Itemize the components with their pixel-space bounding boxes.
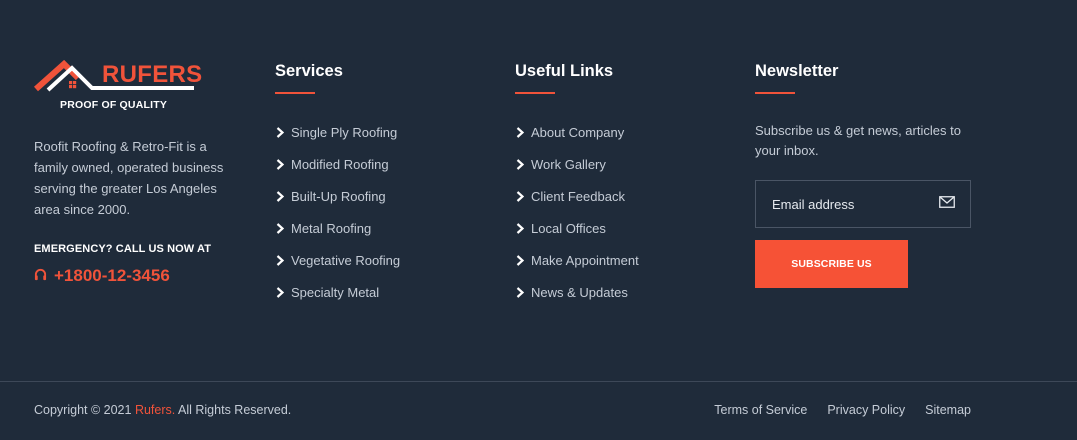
- headphones-icon: [34, 266, 47, 286]
- useful-links-list: About Company Work Gallery Client Feedback…: [516, 121, 639, 313]
- services-item-label: Modified Roofing: [291, 156, 389, 172]
- useful-links-item[interactable]: News & Updates: [516, 276, 639, 308]
- copyright-brand-link[interactable]: Rufers.: [135, 403, 175, 417]
- newsletter-heading-rule: [755, 92, 795, 94]
- services-list: Single Ply Roofing Modified Roofing Built-…: [276, 121, 400, 313]
- services-item-label: Vegetative Roofing: [291, 252, 401, 268]
- services-item[interactable]: Metal Roofing: [276, 212, 400, 244]
- terms-of-service-link[interactable]: Terms of Service: [714, 403, 807, 417]
- chevron-right-icon: [276, 190, 285, 202]
- brand-name: RUFERS: [102, 61, 203, 88]
- services-item-label: Metal Roofing: [291, 220, 372, 236]
- newsletter-text: Subscribe us & get news, articles to you…: [755, 123, 961, 158]
- services-heading-rule: [275, 92, 315, 94]
- chevron-right-icon: [516, 126, 525, 138]
- chevron-right-icon: [276, 126, 285, 138]
- services-item[interactable]: Built-Up Roofing: [276, 180, 400, 212]
- copyright-suffix: All Rights Reserved.: [175, 403, 292, 417]
- brand-tagline: PROOF OF QUALITY: [60, 99, 168, 111]
- useful-links-item-label: News & Updates: [531, 284, 628, 300]
- emergency-label: EMERGENCY? CALL US NOW AT: [34, 243, 212, 255]
- useful-links-item[interactable]: Make Appointment: [516, 244, 639, 276]
- useful-links-item-label: Local Offices: [531, 220, 606, 236]
- phone-number: +1800-12-3456: [54, 266, 170, 285]
- chevron-right-icon: [276, 286, 285, 298]
- useful-links-item[interactable]: Client Feedback: [516, 180, 639, 212]
- services-heading: Services: [275, 62, 343, 80]
- useful-links-item-label: Work Gallery: [531, 156, 606, 172]
- useful-links-item[interactable]: About Company: [516, 116, 639, 148]
- sitemap-link[interactable]: Sitemap: [925, 403, 971, 417]
- services-item-label: Specialty Metal: [291, 284, 380, 300]
- chevron-right-icon: [516, 222, 525, 234]
- newsletter-heading: Newsletter: [755, 62, 839, 80]
- useful-links-item-label: Client Feedback: [531, 188, 625, 204]
- bottom-links: Terms of Service Privacy Policy Sitemap: [714, 403, 971, 417]
- useful-links-item-label: Make Appointment: [531, 252, 639, 268]
- useful-links-heading: Useful Links: [515, 62, 614, 80]
- services-item[interactable]: Vegetative Roofing: [276, 244, 400, 276]
- copyright-prefix: Copyright © 2021: [34, 403, 135, 417]
- about-text: Roofit Roofing & Retro-Fit is a family o…: [34, 139, 224, 217]
- chevron-right-icon: [516, 286, 525, 298]
- chevron-right-icon: [276, 158, 285, 170]
- privacy-policy-link[interactable]: Privacy Policy: [827, 403, 905, 417]
- email-field-box[interactable]: [755, 180, 971, 228]
- subscribe-button[interactable]: SUBSCRIBE US: [755, 240, 908, 288]
- footer-divider: [0, 381, 1077, 382]
- chevron-right-icon: [276, 222, 285, 234]
- chevron-right-icon: [516, 190, 525, 202]
- useful-links-item[interactable]: Local Offices: [516, 212, 639, 244]
- brand-logo[interactable]: RUFERS PROOF OF QUALITY: [34, 60, 203, 116]
- copyright-text: Copyright © 2021 Rufers. All Rights Rese…: [34, 403, 291, 417]
- chevron-right-icon: [516, 158, 525, 170]
- envelope-icon[interactable]: [939, 195, 955, 213]
- services-item[interactable]: Single Ply Roofing: [276, 116, 400, 148]
- services-item[interactable]: Modified Roofing: [276, 148, 400, 180]
- services-item[interactable]: Specialty Metal: [276, 276, 400, 308]
- email-input[interactable]: [772, 196, 922, 212]
- useful-links-item[interactable]: Work Gallery: [516, 148, 639, 180]
- services-item-label: Built-Up Roofing: [291, 188, 386, 204]
- chevron-right-icon: [276, 254, 285, 266]
- footer-main: RUFERS PROOF OF QUALITY Roofit Roofing &…: [0, 0, 1077, 381]
- useful-links-heading-rule: [515, 92, 555, 94]
- phone-link[interactable]: +1800-12-3456: [34, 266, 170, 286]
- chevron-right-icon: [516, 254, 525, 266]
- useful-links-item-label: About Company: [531, 124, 625, 140]
- services-item-label: Single Ply Roofing: [291, 124, 398, 140]
